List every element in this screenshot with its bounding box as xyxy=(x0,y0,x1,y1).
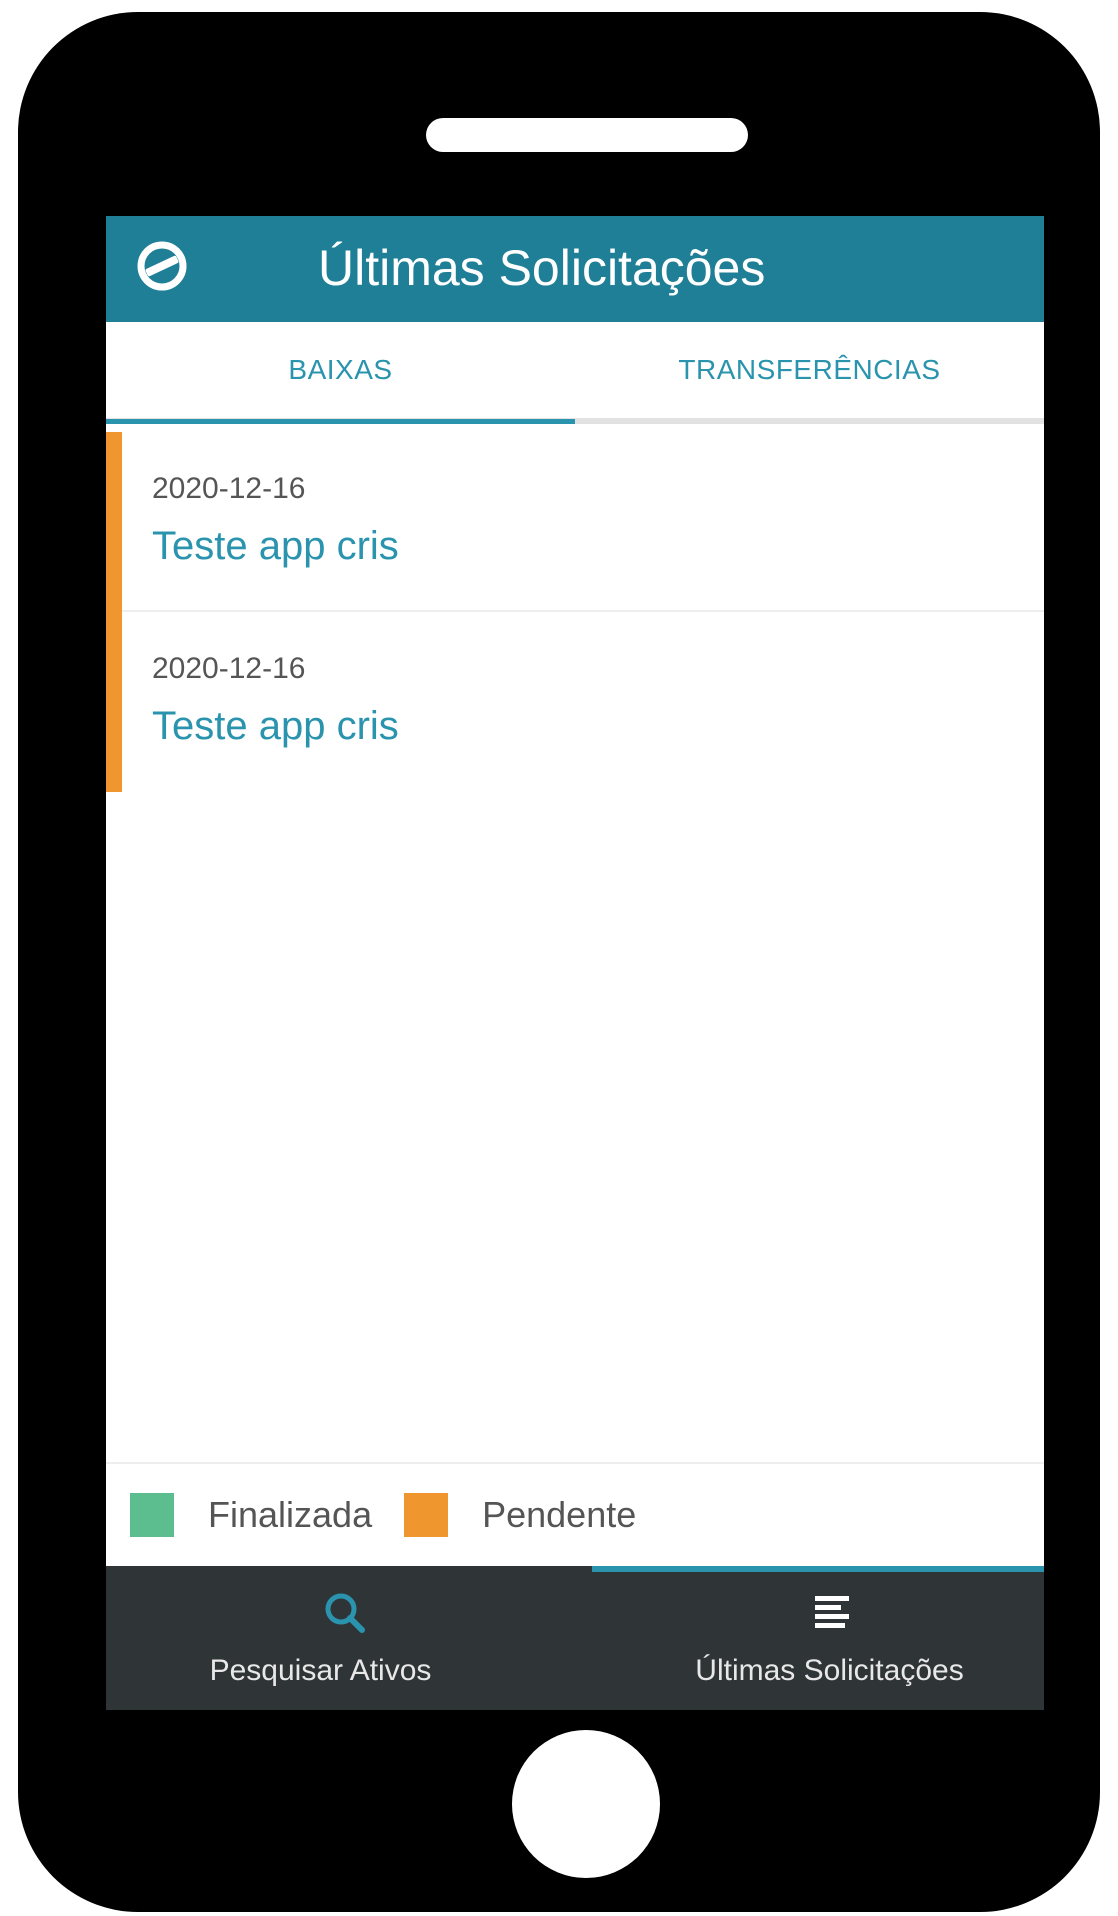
nav-label: Últimas Solicitações xyxy=(695,1654,964,1687)
nav-label: Pesquisar Ativos xyxy=(209,1654,432,1687)
item-date: 2020-12-16 xyxy=(152,652,306,685)
status-pending-stripe xyxy=(106,432,122,612)
totvs-logo-icon[interactable] xyxy=(136,240,188,292)
home-button[interactable] xyxy=(512,1730,660,1878)
phone-speaker xyxy=(426,118,748,152)
nav-ultimas-solicitacoes[interactable]: Últimas Solicitações xyxy=(575,1566,1044,1710)
page-title: Últimas Solicitações xyxy=(318,240,766,296)
bottom-navigation: Pesquisar Ativos Últimas Solicitações xyxy=(106,1566,1044,1710)
legend-label-finalizada: Finalizada xyxy=(208,1494,373,1535)
nav-pesquisar-ativos[interactable]: Pesquisar Ativos xyxy=(106,1566,575,1710)
phone-frame: Últimas Solicitações BAIXAS TRANSFERÊNCI… xyxy=(18,12,1100,1912)
app-screen: Últimas Solicitações BAIXAS TRANSFERÊNCI… xyxy=(106,216,1044,1710)
list-item[interactable]: 2020-12-16 Teste app cris xyxy=(106,432,1044,612)
tab-baixas[interactable]: BAIXAS xyxy=(106,322,575,418)
list-item[interactable]: 2020-12-16 Teste app cris xyxy=(106,612,1044,792)
item-date: 2020-12-16 xyxy=(152,472,306,505)
status-legend: Finalizada Pendente xyxy=(106,1462,1044,1566)
status-pending-stripe xyxy=(106,612,122,792)
tab-transferencias[interactable]: TRANSFERÊNCIAS xyxy=(575,322,1044,418)
active-tab-indicator xyxy=(106,419,575,424)
search-icon xyxy=(325,1593,365,1633)
list-icon xyxy=(815,1596,849,1628)
finalized-swatch xyxy=(130,1493,174,1537)
item-title: Teste app cris xyxy=(152,524,399,568)
app-header: Últimas Solicitações xyxy=(106,216,1044,322)
legend-label-pendente: Pendente xyxy=(482,1494,637,1535)
item-title: Teste app cris xyxy=(152,704,399,748)
pending-swatch xyxy=(404,1493,449,1537)
requests-list: 2020-12-16 Teste app cris 2020-12-16 Tes… xyxy=(106,432,1044,792)
tab-bar: BAIXAS TRANSFERÊNCIAS xyxy=(106,322,1044,424)
